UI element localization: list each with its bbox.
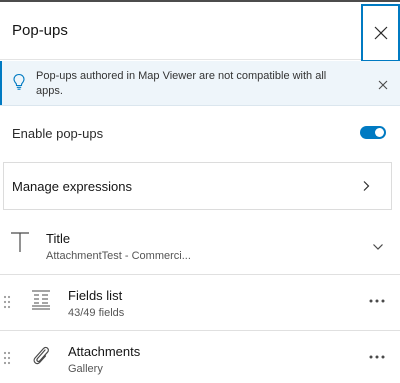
close-icon[interactable] (376, 78, 390, 92)
fields-list-row[interactable]: Fields list 43/49 fields (0, 276, 400, 331)
more-options-icon[interactable] (368, 296, 386, 306)
chevron-down-icon[interactable] (372, 243, 384, 251)
compatibility-notice: Pop-ups authored in Map Viewer are not c… (0, 61, 400, 106)
chevron-right-icon (363, 181, 370, 191)
lightbulb-icon (13, 73, 25, 90)
close-icon (374, 26, 387, 40)
drag-handle-icon[interactable] (3, 294, 11, 310)
more-options-icon[interactable] (368, 352, 386, 362)
manage-expressions-label: Manage expressions (12, 179, 132, 194)
text-t-icon (11, 232, 29, 252)
close-panel-button[interactable] (361, 4, 400, 62)
toggle-knob (375, 128, 384, 137)
attachments-heading: Attachments (68, 344, 141, 359)
notice-accent-bar (0, 61, 2, 105)
attachments-row[interactable]: Attachments Gallery (0, 332, 400, 383)
paperclip-icon (33, 346, 49, 365)
title-element-heading: Title (46, 231, 71, 246)
manage-expressions-button[interactable]: Manage expressions (3, 162, 392, 210)
drag-handle-icon[interactable] (3, 350, 11, 366)
attachments-subtitle: Gallery (68, 363, 103, 375)
panel-title: Pop-ups (12, 22, 68, 39)
enable-popups-row: Enable pop-ups (0, 118, 400, 148)
title-element-subtitle: AttachmentTest - Commerci... (46, 250, 191, 262)
enable-popups-label: Enable pop-ups (12, 126, 104, 141)
fields-list-icon (32, 290, 50, 310)
fields-list-heading: Fields list (68, 288, 123, 303)
notice-message: Pop-ups authored in Map Viewer are not c… (36, 70, 327, 97)
title-element-row[interactable]: Title AttachmentTest - Commerci... (0, 222, 400, 275)
panel-header: Pop-ups (0, 2, 400, 62)
enable-popups-toggle[interactable] (360, 126, 386, 139)
fields-list-subtitle: 43/49 fields (68, 307, 125, 319)
